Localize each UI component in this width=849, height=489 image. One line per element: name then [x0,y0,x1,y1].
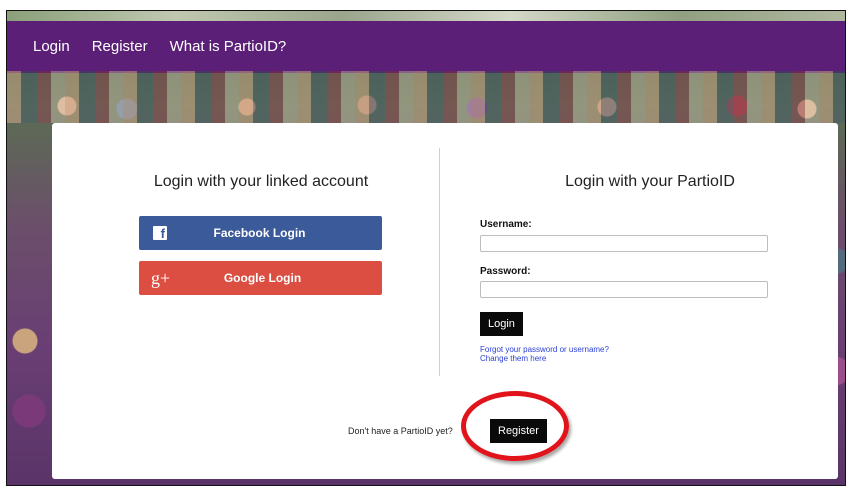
background-crowd-photo [7,71,845,123]
login-button[interactable]: Login [480,312,523,336]
google-login-button[interactable]: g+ Google Login [139,261,382,295]
password-label: Password: [480,266,531,277]
facebook-login-label: Facebook Login [213,226,306,240]
nav-login-link[interactable]: Login [33,38,70,55]
nav-register-link[interactable]: Register [92,38,148,55]
google-plus-icon: g+ [151,267,171,288]
username-label: Username: [480,219,532,230]
facebook-icon: f [153,226,167,240]
partioid-login-title: Login with your PartioID [565,173,735,190]
username-input[interactable] [480,235,768,252]
forgot-credentials-link[interactable]: Forgot your password or username? Change… [480,345,609,363]
login-page: Login Register What is PartioID? Login w… [6,10,846,486]
highlight-circle-annotation [461,391,569,461]
linked-account-title: Login with your linked account [153,173,369,190]
forgot-line-2: Change them here [480,354,547,363]
login-card: Login with your linked account f Faceboo… [52,123,838,479]
top-nav: Login Register What is PartioID? [7,21,845,71]
facebook-login-button[interactable]: f Facebook Login [139,216,382,250]
google-login-label: Google Login [223,271,302,285]
nav-about-link[interactable]: What is PartioID? [170,38,287,55]
password-input[interactable] [480,281,768,298]
no-account-prompt: Don't have a PartioID yet? [348,426,453,436]
forgot-line-1: Forgot your password or username? [480,345,609,354]
column-divider [439,148,440,376]
